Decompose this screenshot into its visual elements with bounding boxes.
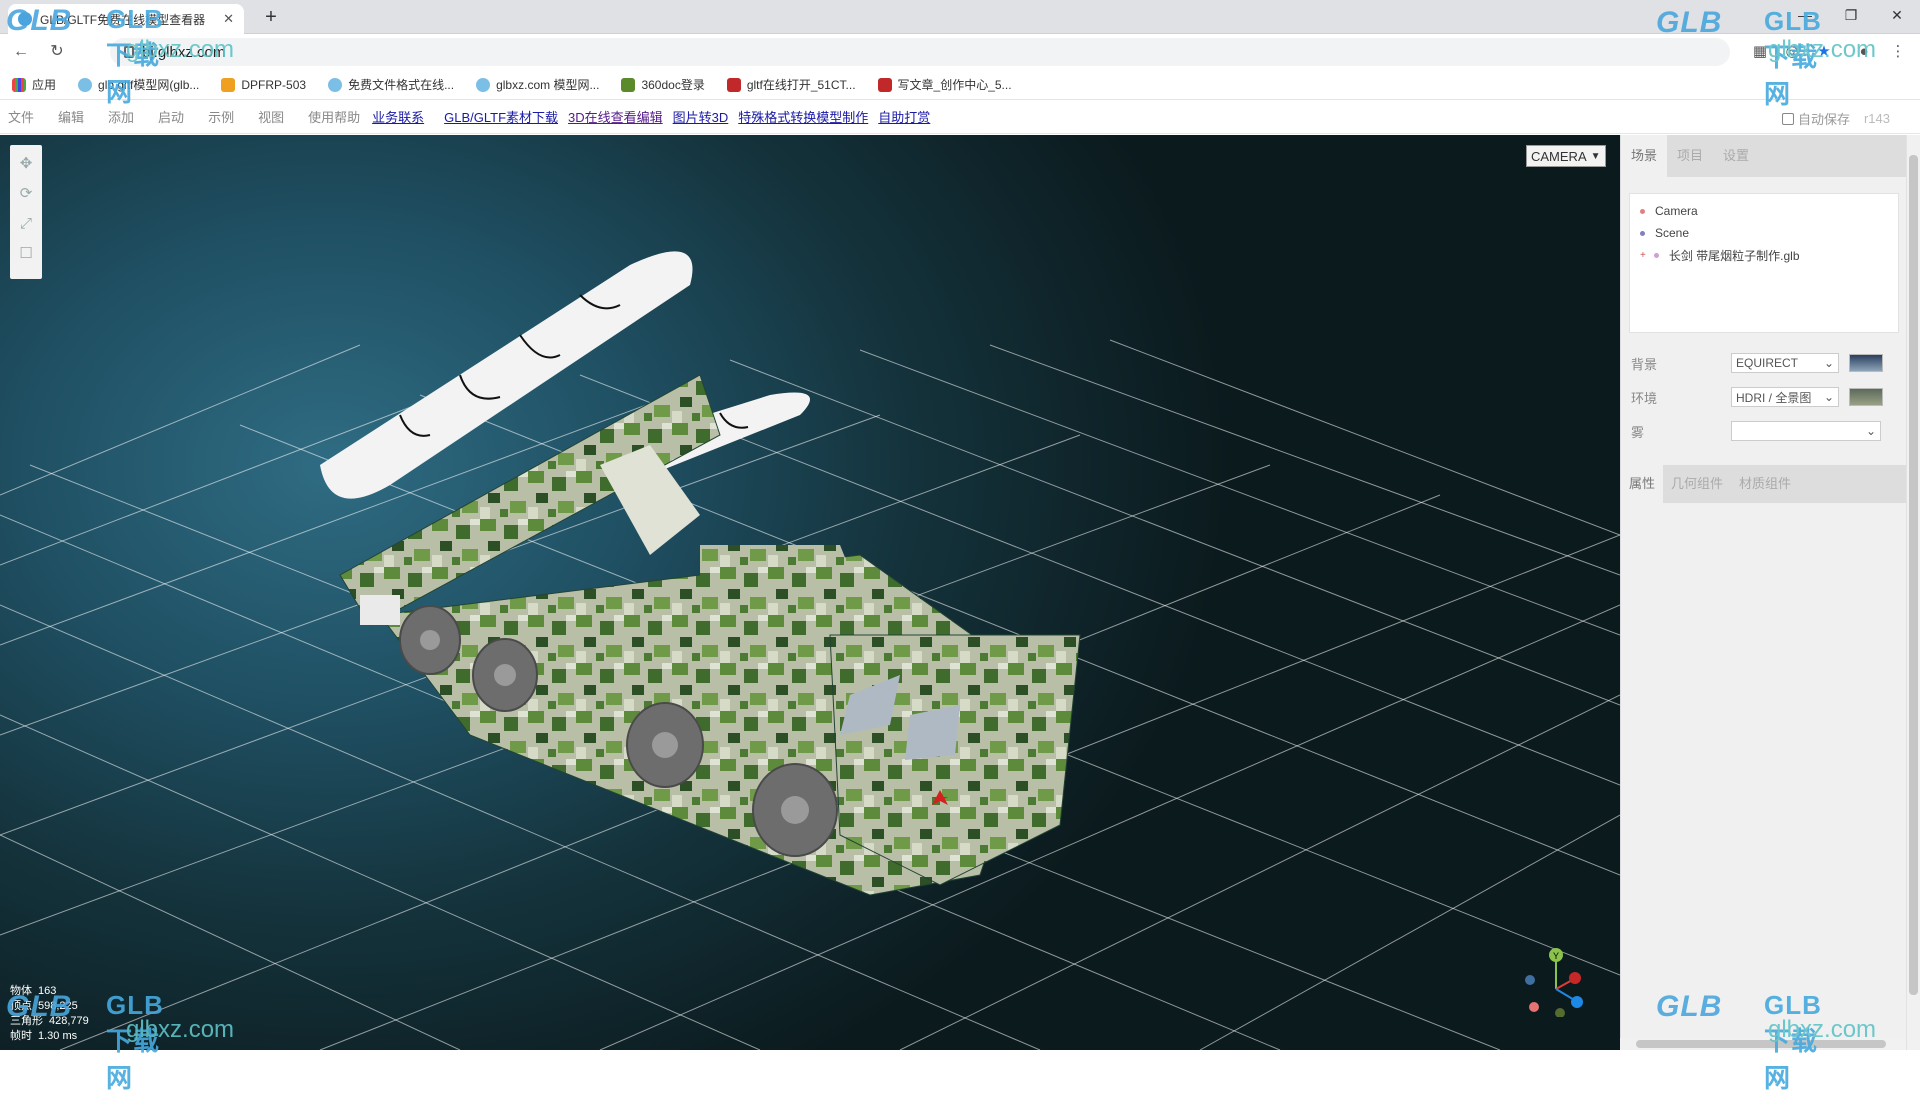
bookmark-item[interactable]: 360doc登录 [621,76,705,93]
scene-outliner[interactable]: Camera Scene + 长剑 带尾烟粒子制作.glb [1629,193,1899,333]
environment-select[interactable]: HDRI / 全景图 ⌄ [1731,387,1839,407]
doc-icon [621,77,636,92]
camera-select[interactable]: CAMERA ▼ [1526,145,1606,167]
chevron-down-icon: ⌄ [1823,356,1834,370]
link-image-to-3d[interactable]: 图片转3D [673,107,729,126]
sidebar-scrollbar[interactable] [1906,135,1920,1050]
link-business-contact[interactable]: 业务联系 [372,107,424,126]
3d-viewport[interactable]: ✥ ⟳ ⤢ ☐ CAMERA ▼ Y 物体 163 顶点 598,225 三角形 42… [0,135,1620,1050]
background-row: 背景 EQUIRECT ⌄ [1631,353,1883,373]
watermark-top-left: GLB GLB下载网 glbxz.com [6,4,235,107]
background-select[interactable]: EQUIRECT ⌄ [1731,353,1839,373]
close-tab-icon[interactable]: ✕ [223,11,234,27]
chevron-down-icon: ⌄ [1865,424,1876,438]
51cto-icon [726,77,741,92]
fog-select[interactable]: ⌄ [1731,421,1881,441]
watermark-bottom-right: GLB GLB下载网 glbxz.com [1656,990,1877,1093]
chevron-down-icon: ▼ [1590,150,1601,162]
bookmark-item[interactable]: gltf在线打开_51CT... [726,76,856,93]
autosave-checkbox[interactable] [1781,112,1794,125]
menu-add[interactable]: 添加 [108,107,134,126]
fog-label: 雾 [1631,424,1645,440]
tab-settings[interactable]: 设置 [1713,135,1759,177]
outliner-item-scene[interactable]: Scene [1640,222,1888,244]
fog-row: 雾 ⌄ [1631,421,1881,441]
environment-texture-swatch[interactable] [1849,388,1883,406]
maximize-icon[interactable]: ❐ [1828,0,1874,30]
autosave-label: 自动保存 [1797,112,1850,127]
rotate-tool-icon[interactable]: ⟳ [13,179,39,209]
menu-edit[interactable]: 编辑 [58,107,84,126]
box-icon [221,77,236,92]
revision-label: r143 [1863,111,1890,126]
reload-icon[interactable]: ↻ [42,37,72,67]
menu-help[interactable]: 使用帮助 [308,107,360,126]
camera-dot-icon [1640,208,1645,214]
axis-gizmo[interactable]: Y [1520,945,1592,1018]
environment-row: 环境 HDRI / 全景图 ⌄ [1631,387,1883,407]
background-texture-swatch[interactable] [1849,354,1883,372]
51cto-icon [877,77,892,92]
properties-tabs: 属性 几何组件 材质组件 [1621,465,1907,503]
bookmarks-bar: 应用 glb gltf模型网(glb... DPFRP-503 免费文件格式在线… [0,70,1920,100]
editor-sidebar: 场景 项目 设置 Camera Scene + 长剑 带尾烟粒子制作.glb 背景… [1620,135,1907,1050]
cloud-icon [328,77,343,92]
scrollbar-thumb[interactable] [1909,155,1918,995]
link-format-conversion[interactable]: 特殊格式转换模型制作 [738,107,868,126]
expand-icon[interactable]: + [1640,250,1646,261]
tab-scene[interactable]: 场景 [1621,135,1668,177]
tab-material[interactable]: 材质组件 [1731,465,1799,503]
close-window-icon[interactable]: ✕ [1874,0,1920,30]
tab-project[interactable]: 项目 [1667,135,1713,177]
apps-grid-icon [12,77,26,92]
link-glb-download[interactable]: GLB/GLTF素材下载 [444,107,558,126]
background-label: 背景 [1631,356,1658,372]
chevron-down-icon: ⌄ [1823,390,1834,404]
bookmark-item[interactable]: 应用 [12,76,56,93]
watermark-top-right: GLB GLB下载网 glbxz.com [1656,6,1877,109]
environment-label: 环境 [1631,390,1658,406]
browser-tab-bar: GLB/GLTF免费在线模型查看器 ✕ + — ❐ ✕ [0,0,1920,34]
new-tab-button[interactable]: + [258,4,284,30]
bookmark-item[interactable]: glbxz.com 模型网... [476,76,599,93]
address-toolbar: ← ↻ bj.glbxz.com ▦ ◎ ★ ● ⋮ [0,34,1920,70]
cloud-icon [476,77,491,92]
menu-view[interactable]: 视图 [258,107,284,126]
tab-geometry[interactable]: 几何组件 [1663,465,1731,503]
cloud-icon [78,77,93,92]
watermark-bottom-left: GLB GLB下载网 glbxz.com [6,990,235,1093]
tab-object[interactable]: 属性 [1621,465,1664,503]
bookmark-item[interactable]: 免费文件格式在线... [328,76,454,93]
svg-text:Y: Y [1553,951,1559,961]
mesh-dot-icon [1653,252,1659,258]
local-space-checkbox[interactable]: ☐ [13,239,39,269]
menu-play[interactable]: 启动 [158,107,184,126]
bookmark-item[interactable]: DPFRP-503 [221,77,306,92]
menu-examples[interactable]: 示例 [208,107,234,126]
outliner-item-camera[interactable]: Camera [1640,200,1888,222]
move-tool-icon[interactable]: ✥ [13,149,39,179]
scene-dot-icon [1640,230,1645,236]
menu-dots-icon[interactable]: ⋮ [1886,40,1910,64]
scene-render [0,251,1620,1050]
url-field[interactable]: bj.glbxz.com [110,38,1730,66]
transform-toolbar: ✥ ⟳ ⤢ ☐ [10,145,42,279]
outliner-item-model[interactable]: + 长剑 带尾烟粒子制作.glb [1640,244,1888,266]
bookmark-item[interactable]: 写文章_创作中心_5... [877,76,1012,93]
menu-file[interactable]: 文件 [8,107,34,126]
autosave-toggle[interactable]: 自动保存 r143 [1781,109,1890,128]
scale-tool-icon[interactable]: ⤢ [13,209,39,239]
link-donate[interactable]: 自助打赏 [878,107,930,126]
app-menubar: 文件 编辑 添加 启动 示例 视图 使用帮助 业务联系 GLB/GLTF素材下载… [0,100,1920,134]
link-3d-online-edit[interactable]: 3D在线查看编辑 [568,107,663,126]
sidebar-tabs: 场景 项目 设置 [1621,135,1906,177]
back-icon[interactable]: ← [6,37,36,67]
